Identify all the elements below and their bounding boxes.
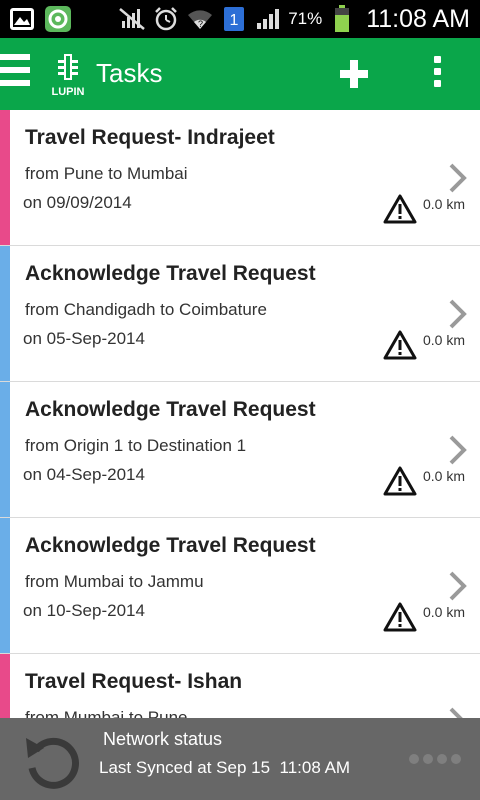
task-item[interactable]: Travel Request- Ishan from Mumbai to Pun… <box>0 654 480 718</box>
add-task-button[interactable] <box>336 56 372 92</box>
page-title: Tasks <box>96 58 163 88</box>
chevron-right-icon[interactable] <box>446 434 470 466</box>
battery-icon <box>328 5 356 33</box>
task-status-stripe <box>0 110 10 245</box>
task-date: on 09/09/2014 <box>23 193 132 212</box>
task-distance: 0.0 km <box>423 332 466 348</box>
menu-icon[interactable] <box>0 54 30 96</box>
task-title: Travel Request- Ishan <box>25 670 243 693</box>
lupin-logo: LUPIN <box>48 51 88 99</box>
loading-dots-icon <box>409 754 461 764</box>
alarm-icon <box>152 5 180 33</box>
chevron-right-icon[interactable] <box>446 298 470 330</box>
network-status-title: Network status <box>103 729 223 749</box>
task-status-stripe <box>0 246 10 381</box>
task-route: from Mumbai to Pune <box>25 708 188 718</box>
chevron-right-icon[interactable] <box>446 570 470 602</box>
task-title: Acknowledge Travel Request <box>25 262 316 285</box>
sim-icon: 1 <box>220 5 248 33</box>
task-status-stripe <box>0 382 10 517</box>
app-circle-icon <box>44 5 72 33</box>
chevron-right-icon[interactable] <box>446 162 470 194</box>
task-status-stripe <box>0 518 10 653</box>
task-route: from Mumbai to Jammu <box>25 572 204 591</box>
overflow-menu-icon[interactable] <box>430 56 444 92</box>
task-distance: 0.0 km <box>423 196 466 212</box>
task-title: Acknowledge Travel Request <box>25 534 316 557</box>
task-item[interactable]: Acknowledge Travel Request from Mumbai t… <box>0 518 480 654</box>
task-route: from Origin 1 to Destination 1 <box>25 436 247 455</box>
svg-text:LUPIN: LUPIN <box>52 86 85 98</box>
task-distance: 0.0 km <box>423 604 466 620</box>
warning-icon <box>383 194 417 224</box>
task-date: on 05-Sep-2014 <box>23 329 145 348</box>
warning-icon <box>383 330 417 360</box>
task-status-stripe <box>0 654 10 718</box>
svg-text:1: 1 <box>230 12 239 29</box>
clock: 11:08 AM <box>366 4 470 33</box>
task-item[interactable]: Travel Request- Indrajeet from Pune to M… <box>0 110 480 246</box>
last-synced-text: Last Synced at Sep 15 11:08 AM <box>99 758 351 777</box>
network-status-panel: Network status Last Synced at Sep 15 11:… <box>0 718 480 800</box>
chevron-right-icon[interactable] <box>446 706 470 718</box>
app-bar: LUPIN Tasks <box>0 38 480 110</box>
mute-icon <box>118 5 146 33</box>
task-item[interactable]: Acknowledge Travel Request from Chandiga… <box>0 246 480 382</box>
task-list: Travel Request- Indrajeet from Pune to M… <box>0 110 480 718</box>
refresh-icon[interactable] <box>18 728 82 792</box>
wifi-icon: ? <box>186 5 214 33</box>
task-route: from Chandigadh to Coimbature <box>25 300 267 319</box>
warning-icon <box>383 602 417 632</box>
warning-icon <box>383 466 417 496</box>
task-title: Acknowledge Travel Request <box>25 398 316 421</box>
svg-text:?: ? <box>198 19 203 29</box>
task-distance: 0.0 km <box>423 468 466 484</box>
battery-percent: 71% <box>288 9 323 28</box>
signal-icon <box>254 5 282 33</box>
task-date: on 10-Sep-2014 <box>23 601 145 620</box>
status-bar: ? 1 71% 11:08 AM <box>0 0 480 38</box>
task-title: Travel Request- Indrajeet <box>25 126 275 149</box>
task-date: on 04-Sep-2014 <box>23 465 145 484</box>
task-item[interactable]: Acknowledge Travel Request from Origin 1… <box>0 382 480 518</box>
task-route: from Pune to Mumbai <box>25 164 188 183</box>
gallery-icon <box>8 5 36 33</box>
